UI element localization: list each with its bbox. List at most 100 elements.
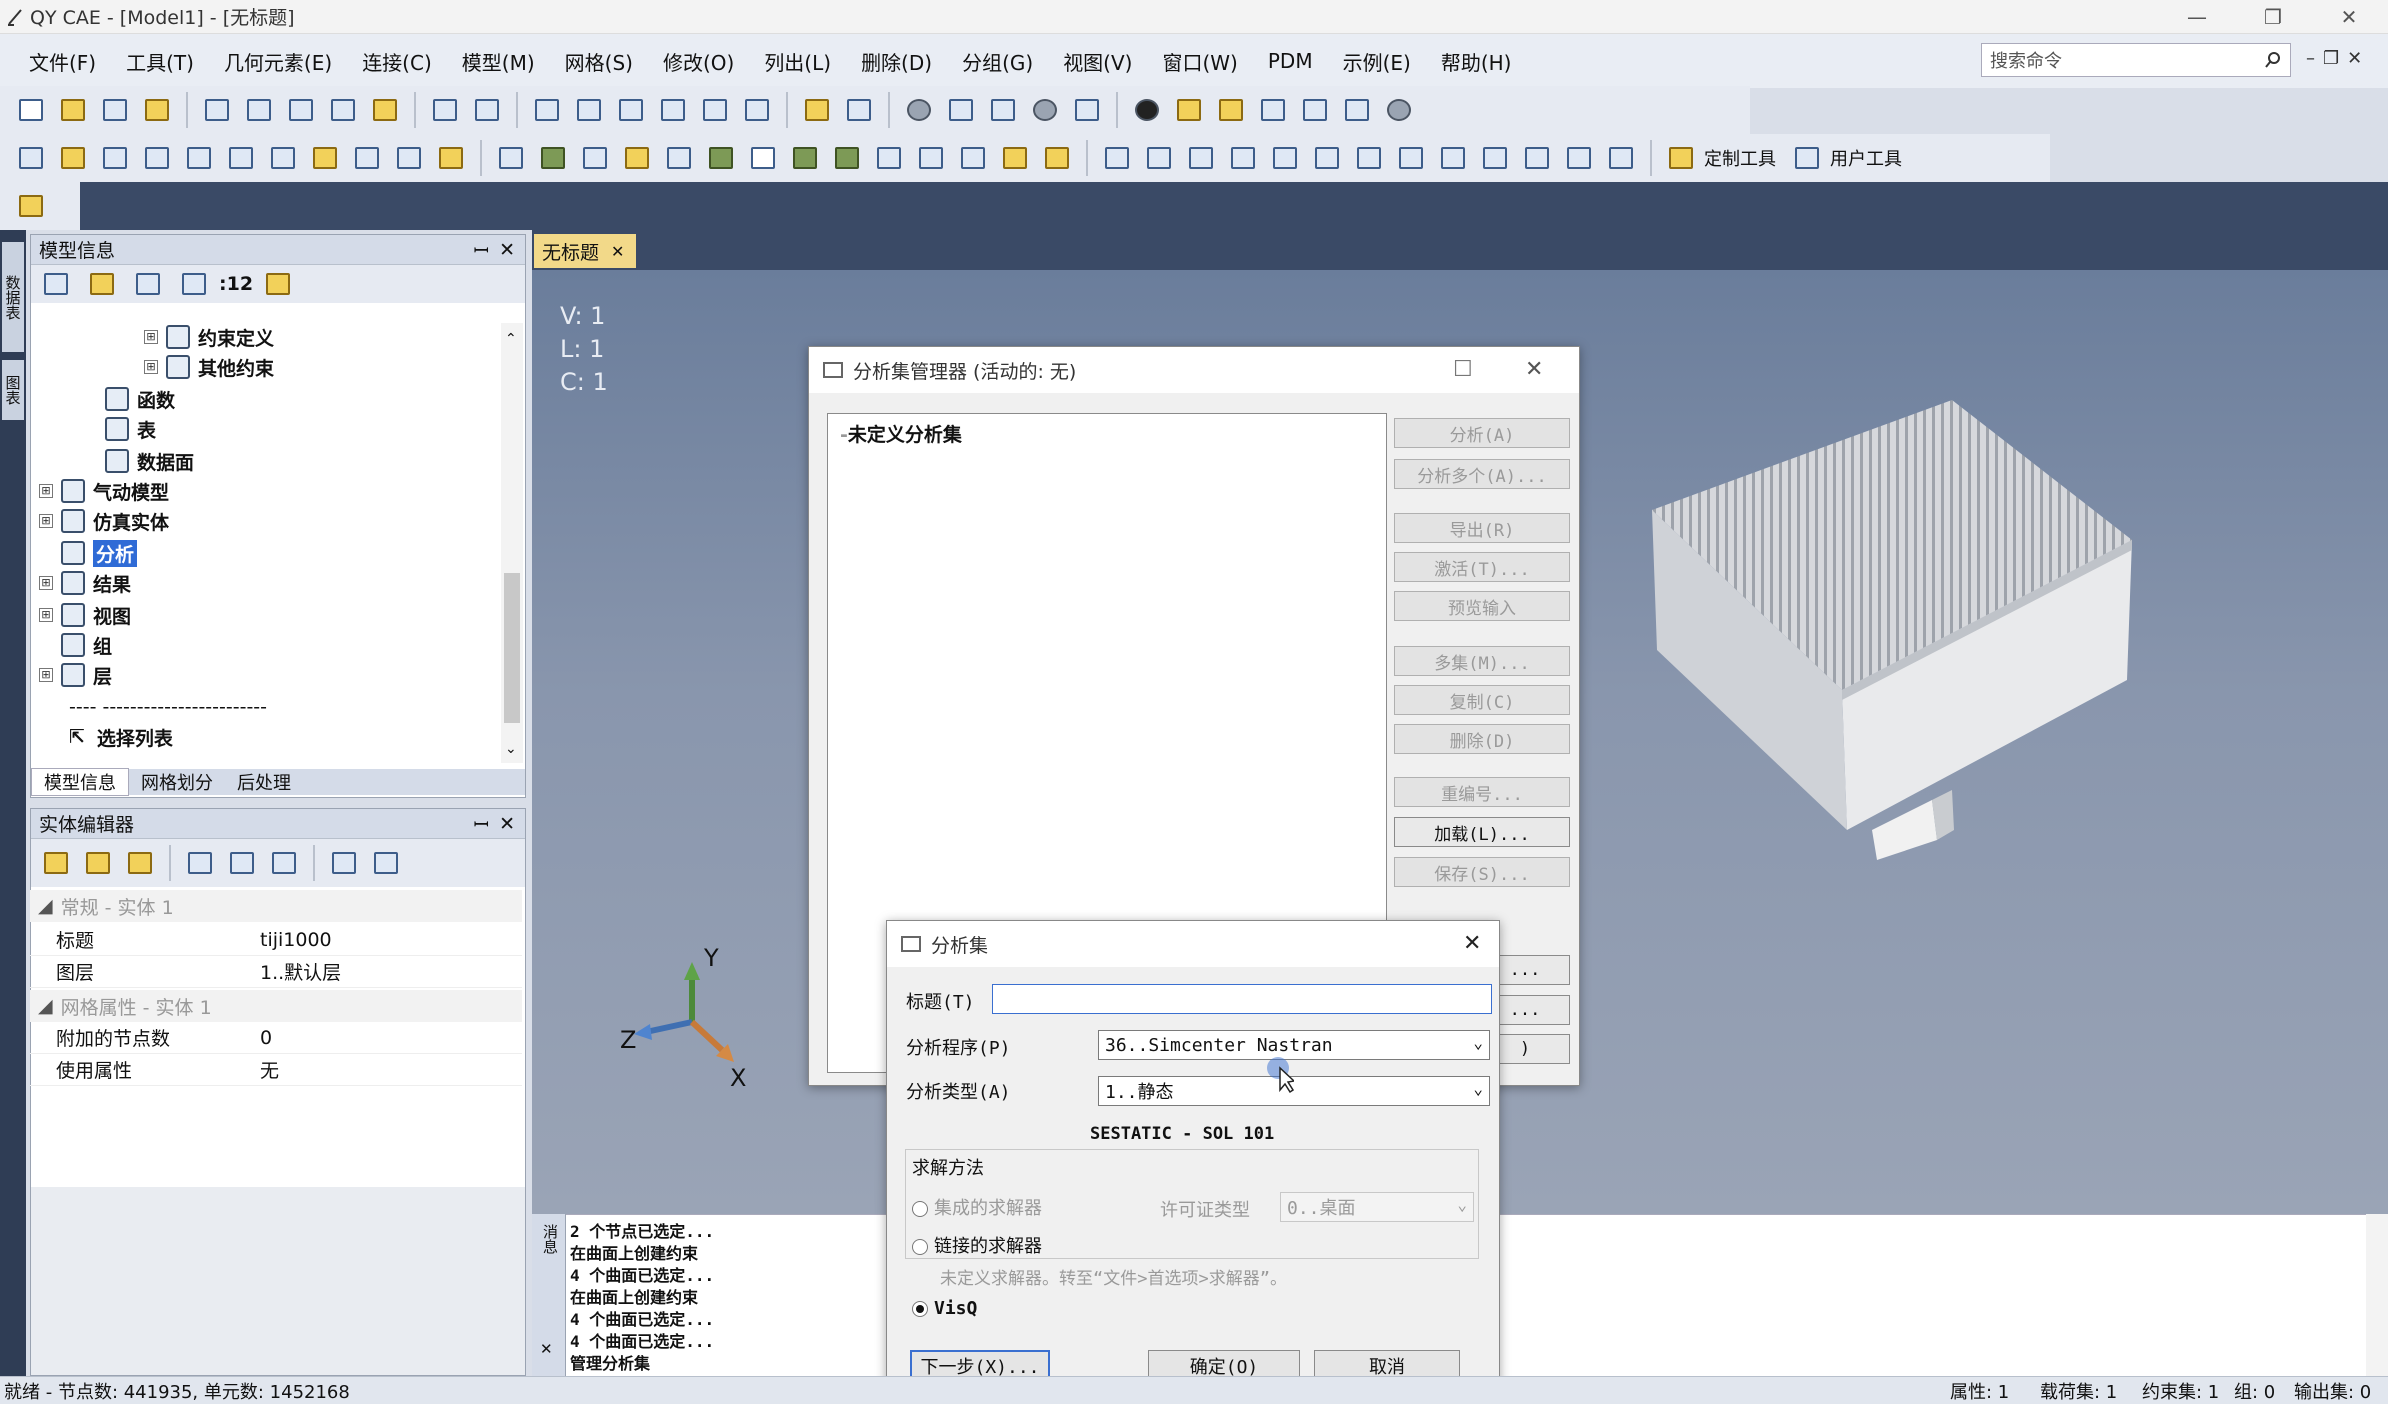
- radio-icon[interactable]: [912, 1239, 928, 1255]
- radio-icon[interactable]: [912, 1201, 928, 1217]
- list-item[interactable]: -未定义分析集: [840, 420, 962, 447]
- new-file-icon[interactable]: [14, 93, 48, 127]
- doc-icon[interactable]: [182, 141, 216, 175]
- cells4-icon[interactable]: [1352, 141, 1386, 175]
- point-icon[interactable]: [620, 141, 654, 175]
- calc-icon[interactable]: [308, 141, 342, 175]
- layers-icon[interactable]: [1298, 93, 1332, 127]
- load-icon[interactable]: [998, 141, 1032, 175]
- tree-item-analysis[interactable]: 分析: [61, 539, 138, 567]
- menu-help[interactable]: 帮助(H): [1426, 47, 1527, 76]
- scroll-down-icon[interactable]: ⌄: [505, 741, 517, 757]
- download-icon[interactable]: [1520, 141, 1554, 175]
- grid2-icon[interactable]: [956, 141, 990, 175]
- check-icon[interactable]: [698, 93, 732, 127]
- curve-icon[interactable]: [614, 93, 648, 127]
- sort-icon[interactable]: [225, 846, 259, 880]
- title-input[interactable]: [992, 984, 1492, 1014]
- visq-radio[interactable]: VisQ: [912, 1298, 977, 1319]
- prop-value[interactable]: 无: [252, 1056, 522, 1083]
- tree-item-views[interactable]: ⊞ 视图: [39, 601, 131, 629]
- expand-icon[interactable]: ⊞: [39, 576, 53, 590]
- find-icon[interactable]: [392, 141, 426, 175]
- custom-tools-button[interactable]: 定制工具: [1704, 145, 1776, 171]
- frame-icon[interactable]: [1340, 93, 1374, 127]
- activate-button[interactable]: 激活(T)...: [1394, 552, 1570, 582]
- view-icon[interactable]: [944, 93, 978, 127]
- scroll-up-icon[interactable]: ⌃: [505, 331, 517, 347]
- renumber-button[interactable]: 重编号...: [1394, 777, 1570, 807]
- pen-icon[interactable]: [1172, 93, 1206, 127]
- prop-row-layer[interactable]: 图层 1..默认层: [30, 956, 522, 988]
- table-icon[interactable]: [242, 93, 276, 127]
- delete-button[interactable]: 删除(D): [1394, 724, 1570, 754]
- analyze-button[interactable]: 分析(A): [1394, 418, 1570, 448]
- refresh-icon[interactable]: [428, 93, 462, 127]
- element-icon[interactable]: [830, 141, 864, 175]
- shading-icon[interactable]: [1130, 93, 1164, 127]
- tree-filter-icon[interactable]: [177, 267, 211, 301]
- move-up-icon[interactable]: [327, 846, 361, 880]
- category-mesh[interactable]: ◢ 网格属性 - 实体 1: [30, 990, 522, 1022]
- maximize-icon[interactable]: ☐: [1453, 357, 1473, 382]
- volume-icon[interactable]: [788, 141, 822, 175]
- menu-tools[interactable]: 工具(T): [111, 47, 209, 76]
- expand-icon[interactable]: ⊞: [144, 360, 158, 374]
- radio-selected-icon[interactable]: [912, 1301, 928, 1317]
- close-icon[interactable]: ✕: [540, 1340, 553, 1358]
- command-search-input[interactable]: 搜索命令: [1981, 43, 2291, 77]
- grid-icon[interactable]: [284, 93, 318, 127]
- link-icon[interactable]: [530, 93, 564, 127]
- tree-item-tables[interactable]: 表: [105, 415, 156, 443]
- custom-tools-icon[interactable]: [1664, 141, 1698, 175]
- mesh-icon[interactable]: [494, 141, 528, 175]
- load-button[interactable]: 加载(L)...: [1394, 817, 1570, 847]
- surface-icon[interactable]: [704, 141, 738, 175]
- rotate-icon[interactable]: [902, 93, 936, 127]
- pin-icon[interactable]: ꟷ: [474, 811, 489, 837]
- menu-file[interactable]: 文件(F): [14, 47, 111, 76]
- window-add-icon[interactable]: [572, 93, 606, 127]
- tree-item-constraint-def[interactable]: ⊞ 约束定义: [144, 323, 274, 351]
- cancel-op-icon[interactable]: [1382, 93, 1416, 127]
- tree-check-icon[interactable]: [131, 267, 165, 301]
- menu-geometry[interactable]: 几何元素(E): [209, 47, 347, 76]
- restore-button[interactable]: ❐: [2236, 0, 2310, 34]
- tab-data-table[interactable]: 数据表: [2, 242, 24, 352]
- transform2-icon[interactable]: [1478, 141, 1512, 175]
- prop-row-extra-nodes[interactable]: 附加的节点数 0: [30, 1022, 522, 1054]
- folder-icon[interactable]: [368, 93, 402, 127]
- program-select[interactable]: 36..Simcenter Nastran ⌄: [1098, 1030, 1490, 1060]
- tab-model-info[interactable]: 模型信息: [31, 768, 129, 796]
- tab-postprocess[interactable]: 后处理: [225, 769, 303, 795]
- tree-item-layers[interactable]: ⊞ 层: [39, 661, 112, 689]
- properties-icon[interactable]: [267, 846, 301, 880]
- ruler-icon[interactable]: [800, 93, 834, 127]
- print-icon[interactable]: [470, 93, 504, 127]
- doc-tab-untitled[interactable]: 无标题 ✕: [534, 234, 636, 268]
- part-icon[interactable]: [56, 141, 90, 175]
- prop-value[interactable]: tiji1000: [252, 929, 522, 951]
- tree-item-aero-model[interactable]: ⊞ 气动模型: [39, 477, 169, 505]
- axis-icon[interactable]: [1070, 93, 1104, 127]
- tree-item-groups[interactable]: 组: [61, 631, 112, 659]
- save-icon[interactable]: [98, 93, 132, 127]
- sheet-icon[interactable]: [266, 141, 300, 175]
- heatsink-model[interactable]: [1572, 360, 2372, 940]
- multi-set-button[interactable]: 多集(M)...: [1394, 646, 1570, 676]
- menu-connect[interactable]: 连接(C): [347, 47, 447, 76]
- prop-row-title[interactable]: 标题 tiji1000: [30, 924, 522, 956]
- spline-icon[interactable]: [662, 141, 696, 175]
- menu-delete[interactable]: 删除(D): [846, 47, 947, 76]
- menu-group[interactable]: 分组(G): [947, 47, 1048, 76]
- minimize-button[interactable]: —: [2160, 0, 2234, 34]
- connect-icon[interactable]: [914, 141, 948, 175]
- category-general[interactable]: ◢ 常规 - 实体 1: [30, 890, 522, 922]
- tree-options-icon[interactable]: [39, 267, 73, 301]
- prop-value[interactable]: 1..默认层: [252, 958, 522, 985]
- tree-folder-icon[interactable]: [85, 267, 119, 301]
- tree-item-functions[interactable]: 函数: [105, 385, 175, 413]
- pin-icon[interactable]: ꟷ: [474, 237, 489, 263]
- prop-row-use-property[interactable]: 使用属性 无: [30, 1054, 522, 1086]
- user-tools-button[interactable]: 用户工具: [1830, 145, 1902, 171]
